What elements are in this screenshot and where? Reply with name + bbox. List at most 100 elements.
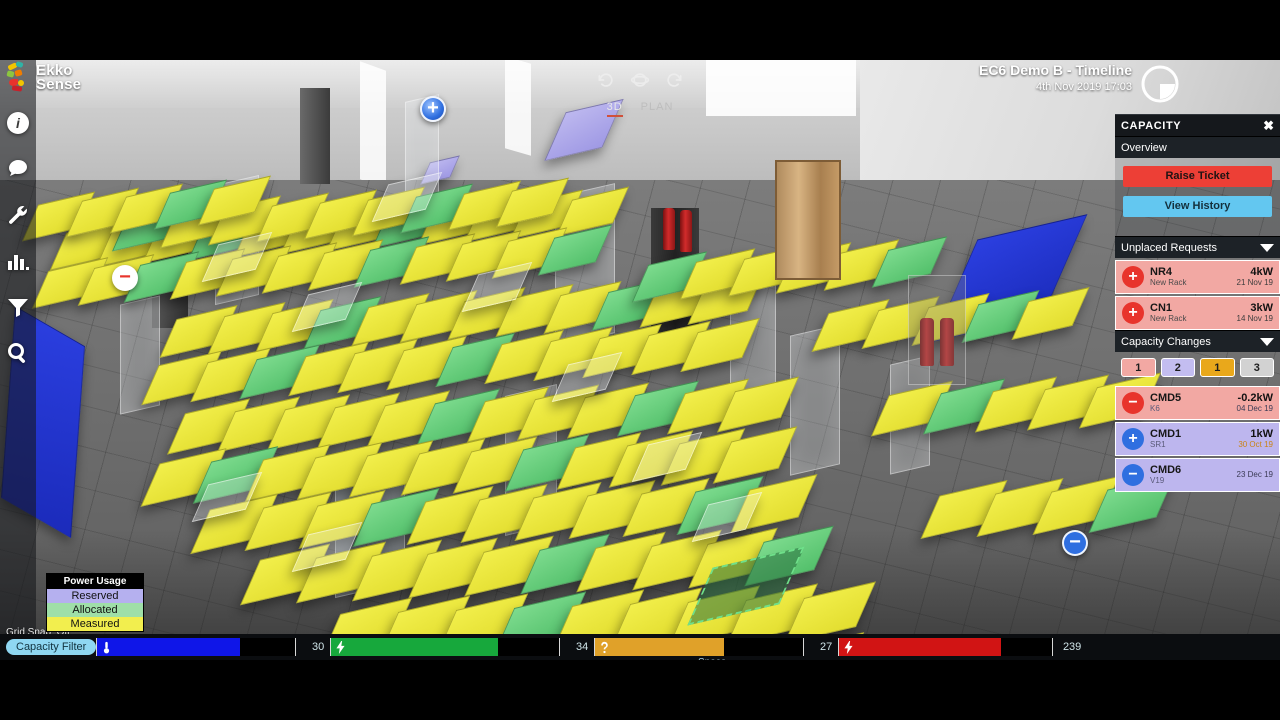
list-item-date: 14 Nov 19 — [1236, 314, 1273, 324]
wrench-icon[interactable] — [3, 200, 33, 230]
comment-icon[interactable] — [3, 154, 33, 184]
close-icon[interactable]: ✖ — [1263, 119, 1274, 132]
list-item-main: NR4 New Rack — [1150, 266, 1231, 288]
pie-chart-icon[interactable] — [1140, 64, 1180, 104]
minus-icon[interactable]: − — [1122, 464, 1144, 486]
gauge-value: 34 — [576, 641, 589, 653]
search-icon[interactable] — [3, 338, 33, 368]
list-item-main: CMD5 K6 — [1150, 392, 1231, 414]
list-item-meta: 23 Dec 19 — [1237, 470, 1273, 480]
plus-icon[interactable]: + — [1122, 428, 1144, 450]
gauge-fill[interactable] — [331, 638, 498, 656]
view-mode-3d[interactable]: 3D — [606, 101, 623, 117]
marker-plus-blue[interactable]: + — [420, 96, 446, 122]
list-item-name: NR4 — [1150, 266, 1173, 279]
page-timestamp: 4th Nov 2019 17:03 — [1035, 81, 1132, 93]
view-mode-plan[interactable]: PLAN — [641, 101, 674, 117]
capacity-filter-bar: Capacity Filter 30 34 27 239 — [0, 634, 1280, 660]
list-item-meta: 3kW 14 Nov 19 — [1237, 302, 1273, 324]
letterbox-bottom — [0, 660, 1280, 720]
unplaced-requests-list: + NR4 New Rack 4kW 21 Nov 19 + CN1 New Rack 3kW 1… — [1115, 260, 1280, 330]
chevron-down-icon[interactable] — [1260, 337, 1274, 346]
capacity-changes-title: Capacity Changes — [1121, 335, 1211, 348]
bolt-icon — [839, 640, 857, 654]
capacity-change-badges: 1213 — [1115, 352, 1280, 384]
gauge-track[interactable] — [594, 638, 805, 656]
filter-icon[interactable] — [3, 292, 33, 322]
capacity-change-badge[interactable]: 1 — [1200, 358, 1235, 377]
list-item-subtitle: V19 — [1150, 476, 1165, 486]
unplaced-requests-title: Unplaced Requests — [1121, 241, 1218, 254]
space-icon — [595, 641, 613, 654]
list-item[interactable]: + CMD1 SR1 1kW 30 Oct 19 — [1115, 422, 1280, 456]
capacity-change-badge[interactable]: 1 — [1121, 358, 1156, 377]
capacity-changes-header[interactable]: Capacity Changes — [1115, 330, 1280, 352]
chevron-down-icon[interactable] — [1260, 243, 1274, 252]
list-item-name: CMD5 — [1150, 392, 1182, 405]
ceiling-panel — [360, 61, 386, 189]
three-d-viewport[interactable]: + − − — [0, 60, 1280, 660]
capacity-panel-title: CAPACITY — [1121, 119, 1182, 132]
list-item[interactable]: + CN1 New Rack 3kW 14 Nov 19 — [1115, 296, 1280, 330]
gauge-group: 30 34 27 239 — [96, 638, 1280, 656]
view-mode-toggle: 3D PLAN — [596, 70, 684, 117]
unplaced-requests-header[interactable]: Unplaced Requests — [1115, 236, 1280, 258]
view-history-button[interactable]: View History — [1123, 196, 1272, 217]
legend-item-reserved: Reserved — [47, 589, 143, 603]
capacity-gauge[interactable]: 34 — [330, 638, 594, 656]
fire-extinguisher — [680, 210, 692, 252]
gauge-track[interactable] — [96, 638, 297, 656]
capacity-gauge[interactable]: 30 — [96, 638, 330, 656]
gauge-fill[interactable] — [97, 638, 240, 656]
list-item-meta: 4kW 21 Nov 19 — [1237, 266, 1273, 288]
capacity-gauge[interactable]: 239 — [838, 638, 1087, 656]
orbit-icon[interactable] — [630, 70, 650, 95]
rotate-right-icon[interactable] — [664, 70, 684, 95]
capacity-changes-list: − CMD5 K6 -0.2kW 04 Dec 19 + CMD1 SR1 1kW 30 Oct … — [1115, 386, 1280, 492]
page-title-text: EC6 Demo B - Timeline — [978, 62, 1132, 78]
gauge-fill[interactable] — [839, 638, 1002, 656]
list-item-name: CN1 — [1150, 302, 1173, 315]
capacity-change-badge[interactable]: 2 — [1160, 358, 1195, 377]
list-item-subtitle: K6 — [1150, 404, 1160, 414]
plus-icon[interactable]: + — [1122, 266, 1144, 288]
capacity-filter-chip[interactable]: Capacity Filter — [6, 639, 97, 655]
list-item-subtitle: New Rack — [1150, 314, 1187, 324]
bar-chart-icon[interactable] — [3, 246, 33, 276]
list-item-value: -0.2kW — [1237, 392, 1273, 405]
list-item-main: CN1 New Rack — [1150, 302, 1231, 324]
overview-body: Raise Ticket View History — [1115, 158, 1280, 236]
capacity-gauge[interactable]: 27 — [594, 638, 838, 656]
legend-title: Power Usage — [47, 574, 143, 589]
list-item-date: 21 Nov 19 — [1236, 278, 1273, 288]
capacity-panel-header: CAPACITY ✖ — [1115, 114, 1280, 136]
brand-line-2: Sense — [36, 76, 82, 93]
list-item-meta: 1kW 30 Oct 19 — [1238, 428, 1273, 450]
info-icon[interactable]: i — [3, 108, 33, 138]
capacity-change-badge[interactable]: 3 — [1239, 358, 1274, 377]
brand-logo[interactable]: Ekko Sense — [6, 60, 82, 94]
list-item-date: 04 Dec 19 — [1236, 404, 1273, 414]
letterbox-top — [0, 0, 1280, 60]
overview-section-header[interactable]: Overview — [1115, 136, 1280, 158]
list-item-subtitle: SR1 — [1150, 440, 1166, 450]
gauge-value: 27 — [820, 641, 833, 653]
gauge-track[interactable] — [838, 638, 1054, 656]
list-item[interactable]: − CMD5 K6 -0.2kW 04 Dec 19 — [1115, 386, 1280, 420]
rotate-left-icon[interactable] — [596, 70, 616, 95]
plus-icon[interactable]: + — [1122, 302, 1144, 324]
marker-minus-blue[interactable]: − — [1062, 530, 1088, 556]
marker-minus-red[interactable]: − — [112, 265, 138, 291]
gauge-track[interactable] — [330, 638, 561, 656]
minus-icon[interactable]: − — [1122, 392, 1144, 414]
left-toolbar: i — [0, 60, 36, 660]
gauge-fill[interactable] — [595, 638, 725, 656]
legend-item-measured: Measured — [47, 617, 143, 631]
list-item[interactable]: − CMD6 V19 23 Dec 19 — [1115, 458, 1280, 492]
gauge-value: 239 — [1062, 641, 1082, 653]
fire-extinguisher — [663, 208, 675, 250]
bolt-icon — [331, 640, 349, 654]
raise-ticket-button[interactable]: Raise Ticket — [1123, 166, 1272, 187]
list-item[interactable]: + NR4 New Rack 4kW 21 Nov 19 — [1115, 260, 1280, 294]
gauge-value: 30 — [312, 641, 325, 653]
